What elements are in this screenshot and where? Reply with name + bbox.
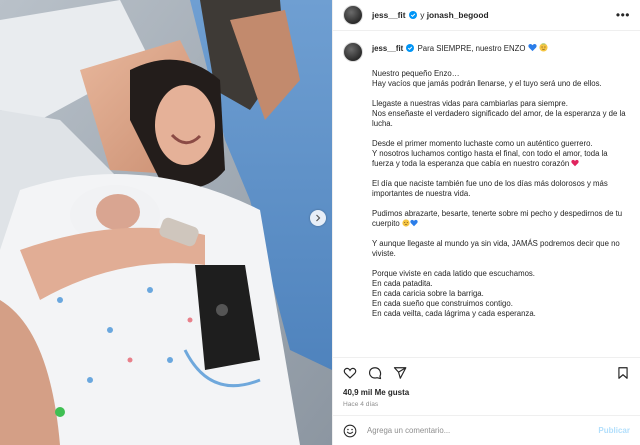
post-timestamp[interactable]: Hace 4 días: [333, 400, 640, 415]
coauthor-username[interactable]: jonash_begood: [427, 10, 489, 20]
caption-paragraph: Nuestro pequeño Enzo… Hay vacíos que jam…: [372, 69, 602, 88]
blue-heart-icon: [410, 219, 418, 227]
blue-heart-icon: [528, 43, 537, 52]
caption-paragraph: El día que naciste también fue uno de lo…: [372, 179, 608, 198]
verified-badge-icon: [408, 11, 417, 19]
chevron-right-icon: [316, 214, 321, 222]
caption-body: Nuestro pequeño Enzo… Hay vacíos que jam…: [372, 69, 626, 319]
caption-first-line: jess__fit Para SIEMPRE, nuestro ENZO: [372, 43, 548, 54]
smiley-icon[interactable]: [343, 424, 357, 438]
comment-bubble-icon[interactable]: [368, 366, 382, 380]
comment-bar: Publicar: [333, 415, 640, 445]
publish-button[interactable]: Publicar: [598, 426, 630, 435]
caption-paragraph: Pudimos abrazarte, besarte, tenerte sobr…: [372, 209, 626, 229]
caption-paragraph: Y aunque llegaste al mundo ya sin vida, …: [372, 239, 620, 258]
comment-input[interactable]: [367, 426, 599, 435]
more-options-icon[interactable]: •••: [616, 9, 630, 21]
photo-scene: [0, 0, 332, 445]
verified-badge-icon: [406, 44, 415, 52]
authors-conjunction: y: [420, 10, 425, 20]
author-username[interactable]: jess__fit: [372, 10, 406, 20]
sad-face-icon: [402, 219, 410, 227]
heart-icon[interactable]: [343, 366, 357, 380]
post-header: jess__fit y jonash_begood •••: [333, 0, 640, 31]
post-side-panel: jess__fit y jonash_begood ••• jess__fit: [332, 0, 640, 445]
carousel-next-button[interactable]: [310, 210, 326, 226]
caption-username[interactable]: jess__fit: [372, 44, 403, 53]
caption-paragraph: Porque viviste en cada latido que escuch…: [372, 269, 536, 318]
author-avatar[interactable]: [343, 5, 363, 25]
caption-paragraph: Desde el primer momento luchaste como un…: [372, 139, 626, 169]
bookmark-icon[interactable]: [616, 366, 630, 380]
red-heart-icon: [571, 159, 580, 167]
caption-area: jess__fit Para SIEMPRE, nuestro ENZO Nue…: [333, 31, 640, 357]
instagram-post: jess__fit y jonash_begood ••• jess__fit: [0, 0, 640, 445]
post-photo[interactable]: [0, 0, 332, 445]
caption-header: jess__fit Para SIEMPRE, nuestro ENZO: [343, 42, 626, 62]
paper-plane-icon[interactable]: [393, 366, 407, 380]
caption-avatar[interactable]: [343, 42, 363, 62]
caption-intro: Para SIEMPRE, nuestro ENZO: [417, 44, 526, 53]
action-bar: [333, 357, 640, 387]
post-authors: jess__fit y jonash_begood: [372, 10, 489, 20]
caption-paragraph: Llegaste a nuestras vidas para cambiarla…: [372, 99, 626, 128]
baby-face-icon: [539, 43, 548, 52]
likes-count[interactable]: 40,9 mil Me gusta: [333, 387, 640, 400]
